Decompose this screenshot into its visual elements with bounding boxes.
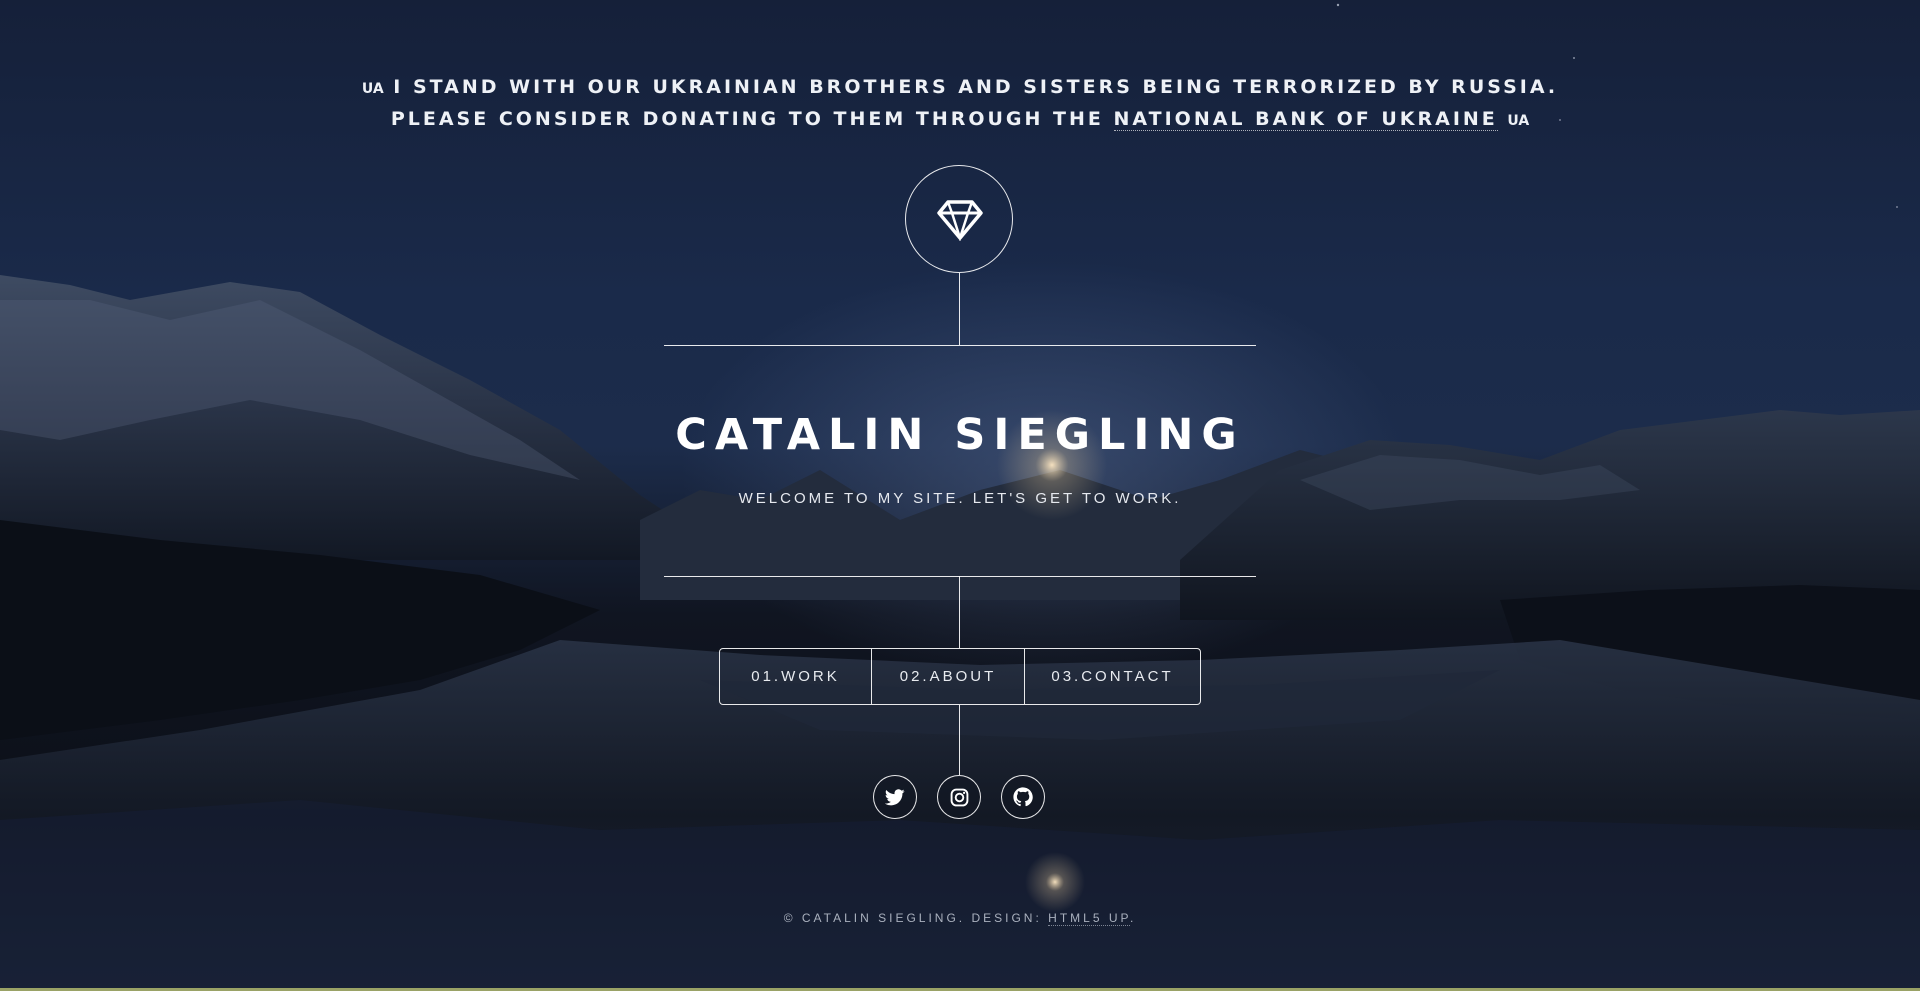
footer: © CATALIN SIEGLING. DESIGN: HTML5 UP. (0, 911, 1920, 926)
ukraine-support-banner: UA I STAND WITH OUR UKRAINIAN BROTHERS A… (0, 72, 1920, 136)
connector-line (959, 705, 960, 775)
github-icon (1013, 787, 1033, 807)
nav-item-work[interactable]: 01.WORK (720, 649, 871, 704)
banner-line-1: UA I STAND WITH OUR UKRAINIAN BROTHERS A… (0, 72, 1920, 104)
github-link[interactable] (1001, 775, 1045, 819)
logo (905, 165, 1013, 273)
footer-suffix: . (1129, 911, 1137, 925)
html5up-link[interactable]: HTML5 UP (1048, 911, 1130, 926)
banner-line-2: PLEASE CONSIDER DONATING TO THEM THROUGH… (0, 104, 1920, 136)
ukraine-flag-icon: UA (361, 81, 384, 97)
diamond-icon (937, 200, 983, 241)
instagram-link[interactable] (937, 775, 981, 819)
footer-copyright: © CATALIN SIEGLING. DESIGN: (783, 911, 1042, 925)
nav-item-about[interactable]: 02.ABOUT (871, 649, 1024, 704)
banner-text-line-1: I STAND WITH OUR UKRAINIAN BROTHERS AND … (393, 76, 1559, 98)
twitter-link[interactable] (873, 775, 917, 819)
main-nav: 01.WORK 02.ABOUT 03.CONTACT (719, 648, 1201, 705)
divider-line (664, 576, 1256, 577)
page-tagline: WELCOME TO MY SITE. LET'S GET TO WORK. (738, 490, 1182, 507)
page-title: CATALIN SIEGLING (675, 410, 1245, 460)
instagram-icon (950, 788, 968, 806)
ukraine-flag-icon: UA (1507, 113, 1530, 129)
connector-line (959, 273, 960, 345)
twitter-icon (885, 788, 905, 805)
divider-line (664, 345, 1256, 346)
banner-text-line-2: PLEASE CONSIDER DONATING TO THEM THROUGH… (390, 108, 1104, 130)
page-background: UA I STAND WITH OUR UKRAINIAN BROTHERS A… (0, 0, 1920, 991)
connector-line (959, 576, 960, 648)
national-bank-link[interactable]: NATIONAL BANK OF UKRAINE (1113, 108, 1498, 131)
nav-item-contact[interactable]: 03.CONTACT (1024, 649, 1200, 704)
